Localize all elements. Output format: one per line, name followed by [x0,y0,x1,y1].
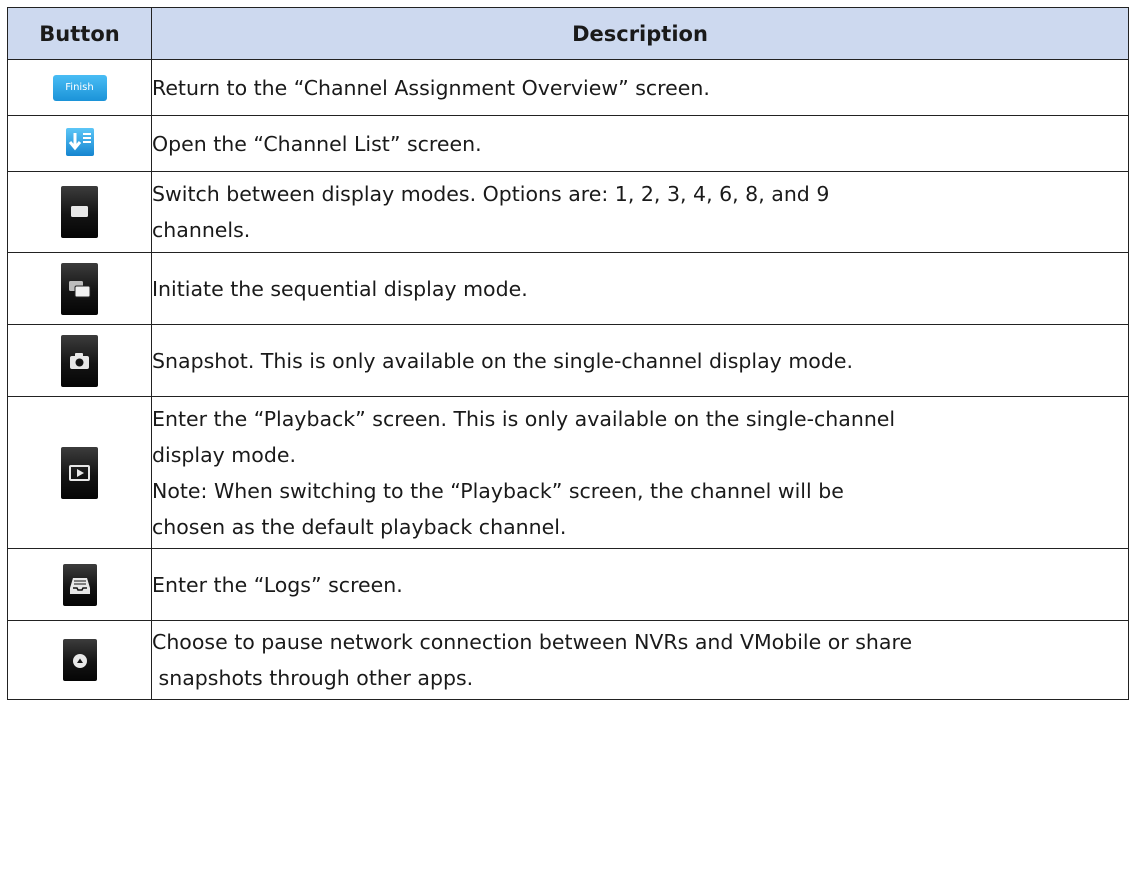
description-cell: Enter the “Logs” screen. [151,548,1129,621]
logs-tray-icon [62,563,97,606]
description-cell: Snapshot. This is only available on the … [151,324,1129,397]
description-line: Note: When switching to the “Playback” s… [152,478,844,503]
description-line: Switch between display modes. Options ar… [152,182,830,206]
description-line: Initiate the sequential display mode. [152,276,528,301]
button-description-table: Button Description Finish Return to the … [7,7,1129,700]
table-header-row: Button Description [7,7,1129,60]
description-line: Snapshot. This is only available on the … [152,348,853,373]
button-cell [7,324,152,397]
description-cell: Initiate the sequential display mode. [151,252,1129,325]
button-cell [7,171,152,253]
button-cell: Finish [7,59,152,116]
description-line: Choose to pause network connection betwe… [152,630,913,654]
more-options-icon [62,639,97,681]
table-row: Switch between display modes. Options ar… [7,171,1129,253]
table-row: Choose to pause network connection betwe… [7,620,1129,700]
header-button: Button [7,7,152,60]
table-row: Enter the “Playback” screen. This is onl… [7,396,1129,549]
description-line: Enter the “Logs” screen. [152,572,403,597]
description-line: snapshots through other apps. [152,666,474,690]
table-row: Initiate the sequential display mode. [7,252,1129,325]
description-line: chosen as the default playback channel. [152,514,567,539]
table-row: Open the “Channel List” screen. [7,115,1129,172]
description-line: display mode. [152,442,296,467]
description-cell: Switch between display modes. Options ar… [151,171,1129,253]
description-line: Open the “Channel List” screen. [152,131,482,156]
sequential-display-icon [61,262,98,315]
camera-icon [61,334,98,387]
playback-icon [61,446,98,499]
button-cell [7,620,152,700]
description-cell: Choose to pause network connection betwe… [151,620,1129,700]
description-cell: Return to the “Channel Assignment Overvi… [151,59,1129,116]
description-line: Return to the “Channel Assignment Overvi… [152,75,710,100]
table-row: Snapshot. This is only available on the … [7,324,1129,397]
description-cell: Enter the “Playback” screen. This is onl… [151,396,1129,549]
button-cell [7,252,152,325]
description-line: Enter the “Playback” screen. This is onl… [152,406,896,431]
display-mode-icon [61,186,98,238]
description-line: channels. [152,218,251,242]
channel-list-icon [65,127,94,156]
table-row: Finish Return to the “Channel Assignment… [7,59,1129,116]
table-row: Enter the “Logs” screen. [7,548,1129,621]
finish-button-icon: Finish [52,74,107,101]
button-cell [7,115,152,172]
description-cell: Open the “Channel List” screen. [151,115,1129,172]
button-cell [7,396,152,549]
button-cell [7,548,152,621]
header-description: Description [151,7,1129,60]
